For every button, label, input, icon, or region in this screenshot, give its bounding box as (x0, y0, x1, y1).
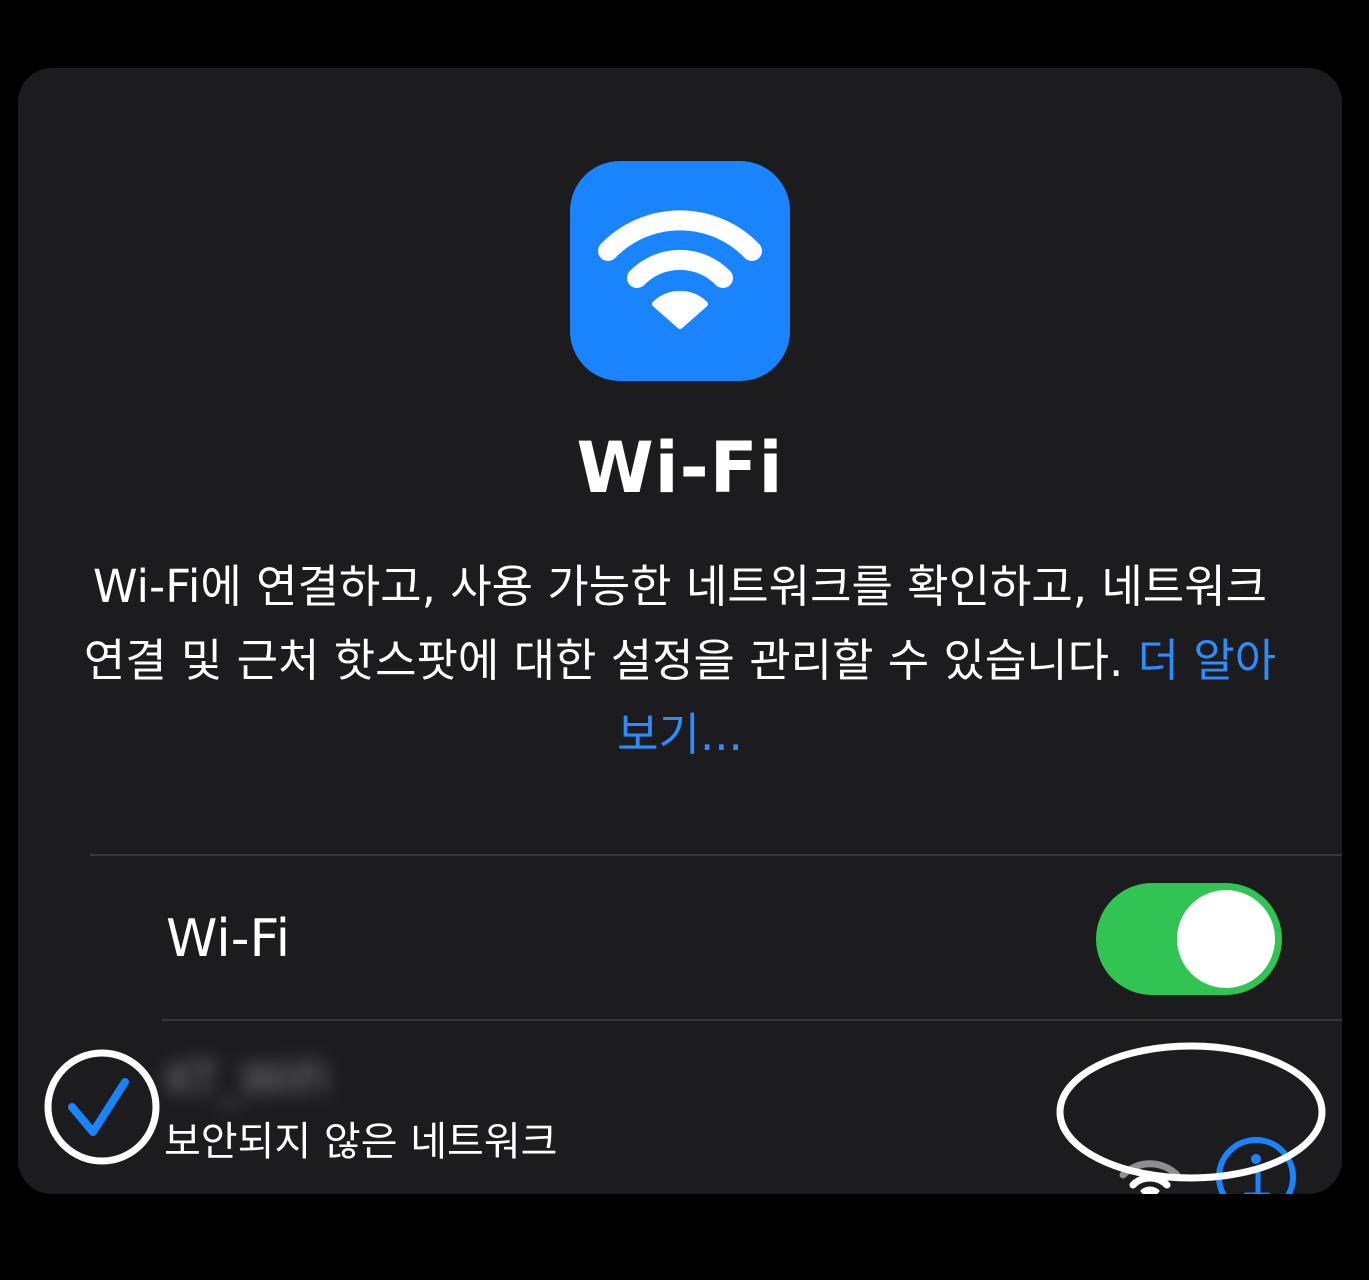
network-security-label: 보안되지 않은 네트워크 (164, 1119, 558, 1165)
toggle-knob (1177, 890, 1275, 988)
highlight-annotation (1056, 1042, 1326, 1182)
wifi-toggle[interactable] (1096, 883, 1282, 995)
wifi-app-icon (570, 161, 790, 381)
network-name[interactable]: KT_WiFi (166, 1050, 396, 1110)
wifi-toggle-label: Wi-Fi (166, 909, 291, 969)
section-divider (90, 854, 1342, 856)
wifi-icon (598, 210, 762, 329)
connected-checkmark-icon (44, 1049, 160, 1165)
row-divider (162, 1019, 1342, 1021)
page-description: Wi-Fi에 연결하고, 사용 가능한 네트워크를 확인하고, 네트워크 연결 … (78, 550, 1282, 772)
wifi-settings-panel: Wi-Fi Wi-Fi에 연결하고, 사용 가능한 네트워크를 확인하고, 네트… (18, 68, 1342, 1194)
page-title: Wi-Fi (576, 427, 784, 509)
description-text: Wi-Fi에 연결하고, 사용 가능한 네트워크를 확인하고, 네트워크 연결 … (83, 560, 1267, 687)
